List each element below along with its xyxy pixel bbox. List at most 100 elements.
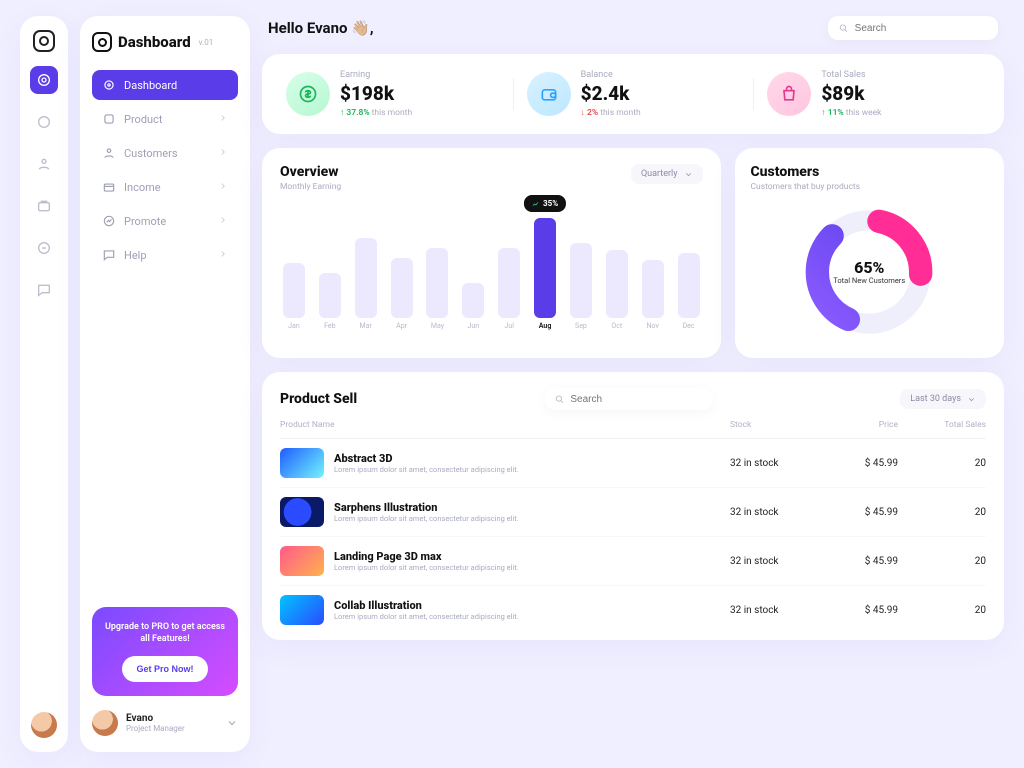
table-body: Abstract 3DLorem ipsum dolor sit amet, c… <box>280 439 986 634</box>
nav-customers[interactable]: Customers <box>92 138 238 168</box>
app-logo-icon <box>33 30 55 52</box>
bar-nov[interactable] <box>642 260 664 318</box>
nav-help[interactable]: Help <box>92 240 238 270</box>
nav-income[interactable]: Income <box>92 172 238 202</box>
customers-subtitle: Customers that buy products <box>751 182 861 192</box>
rail-product[interactable] <box>30 108 58 136</box>
kpi-delta: ↓ 2%this month <box>581 107 641 118</box>
cell-sales: 20 <box>906 458 986 469</box>
user-name: Evano <box>126 713 185 724</box>
product-desc: Lorem ipsum dolor sit amet, consectetur … <box>334 465 519 474</box>
kpi-value: $2.4k <box>581 82 641 105</box>
product-name: Collab Illustration <box>334 599 519 612</box>
bar-aug[interactable] <box>534 218 556 318</box>
kpi-label: Balance <box>581 70 641 80</box>
kpi-value: $198k <box>340 82 412 105</box>
search-icon <box>554 393 565 405</box>
chevron-right-icon <box>218 215 228 228</box>
bag-icon <box>767 72 811 116</box>
bar-tooltip: 35% <box>524 195 566 212</box>
kpi-earning: Earning $198k ↑ 37.8%this month <box>272 70 513 118</box>
bar-label: Jul <box>504 322 513 330</box>
main: Hello Evano 👋🏼, Earning $198k ↑ 37.8%thi… <box>262 16 1004 752</box>
global-search[interactable] <box>828 16 998 40</box>
product-thumbnail <box>280 595 324 625</box>
user-profile[interactable]: Evano Project Manager <box>92 710 238 736</box>
product-search[interactable] <box>545 388 713 410</box>
bar-label: May <box>431 322 444 330</box>
nav-label: Product <box>124 113 162 126</box>
bar-label: Mar <box>360 322 372 330</box>
get-pro-button[interactable]: Get Pro Now! <box>122 656 207 682</box>
donut-value: 65% <box>854 258 884 277</box>
bar-jun[interactable] <box>462 283 484 318</box>
bar-may[interactable] <box>426 248 448 318</box>
customers-donut: 65% Total New Customers <box>799 202 939 342</box>
product-desc: Lorem ipsum dolor sit amet, consectetur … <box>334 563 519 572</box>
chevron-right-icon <box>218 147 228 160</box>
bar-jan[interactable] <box>283 263 305 318</box>
greeting: Hello Evano 👋🏼, <box>268 19 374 37</box>
chevron-right-icon <box>218 113 228 126</box>
table-row[interactable]: Sarphens IllustrationLorem ipsum dolor s… <box>280 488 986 537</box>
brand: Dashboard v.01 <box>92 32 238 52</box>
bar-label: Jun <box>468 322 480 330</box>
chevron-right-icon <box>218 181 228 194</box>
product-sell-card: Product Sell Last 30 days Product Name S… <box>262 372 1004 640</box>
bar-sep[interactable] <box>570 243 592 318</box>
product-search-input[interactable] <box>570 394 703 405</box>
product-name: Landing Page 3D max <box>334 550 519 563</box>
cell-stock: 32 in stock <box>730 507 810 518</box>
rail-customers[interactable] <box>30 150 58 178</box>
brand-logo-icon <box>92 32 112 52</box>
bar-feb[interactable] <box>319 273 341 318</box>
cell-stock: 32 in stock <box>730 458 810 469</box>
nav-label: Help <box>124 249 147 262</box>
nav-promote[interactable]: Promote <box>92 206 238 236</box>
product-thumbnail <box>280 546 324 576</box>
kpi-sales: Total Sales $89k ↑ 11%this week <box>753 70 994 118</box>
bar-label: Aug <box>539 322 552 330</box>
product-period-dropdown[interactable]: Last 30 days <box>900 389 986 409</box>
kpi-label: Total Sales <box>821 70 881 80</box>
pro-text: Upgrade to PRO to get access all Feature… <box>102 621 228 646</box>
nav-label: Dashboard <box>124 79 177 92</box>
rail-avatar[interactable] <box>31 712 57 738</box>
nav-product[interactable]: Product <box>92 104 238 134</box>
table-row[interactable]: Collab IllustrationLorem ipsum dolor sit… <box>280 586 986 634</box>
brand-version: v.01 <box>199 38 214 47</box>
chevron-down-icon <box>967 395 976 404</box>
bar-label: Nov <box>647 322 659 330</box>
nav-dashboard[interactable]: Dashboard <box>92 70 238 100</box>
overview-card: Overview Monthly Earning Quarterly JanFe… <box>262 148 721 358</box>
bar-jul[interactable] <box>498 248 520 318</box>
bar-dec[interactable] <box>678 253 700 318</box>
product-desc: Lorem ipsum dolor sit amet, consectetur … <box>334 612 519 621</box>
wallet-icon <box>527 72 571 116</box>
cell-sales: 20 <box>906 556 986 567</box>
table-row[interactable]: Abstract 3DLorem ipsum dolor sit amet, c… <box>280 439 986 488</box>
overview-period-dropdown[interactable]: Quarterly <box>631 164 703 184</box>
cell-price: $ 45.99 <box>818 605 898 616</box>
dollar-icon <box>286 72 330 116</box>
overview-title: Overview <box>280 164 341 180</box>
bar-label: Feb <box>324 322 335 330</box>
cell-stock: 32 in stock <box>730 605 810 616</box>
upgrade-pro-card: Upgrade to PRO to get access all Feature… <box>92 607 238 696</box>
bar-mar[interactable] <box>355 238 377 318</box>
bar-label: Sep <box>575 322 587 330</box>
nav-label: Income <box>124 181 161 194</box>
user-role: Project Manager <box>126 724 185 733</box>
rail-help[interactable] <box>30 276 58 304</box>
cell-sales: 20 <box>906 507 986 518</box>
table-row[interactable]: Landing Page 3D maxLorem ipsum dolor sit… <box>280 537 986 586</box>
bar-apr[interactable] <box>391 258 413 318</box>
rail-income[interactable] <box>30 192 58 220</box>
chevron-down-icon <box>684 170 693 179</box>
rail-dashboard[interactable] <box>30 66 58 94</box>
chevron-down-icon <box>226 714 238 733</box>
search-input[interactable] <box>855 23 988 34</box>
rail-promote[interactable] <box>30 234 58 262</box>
bar-oct[interactable] <box>606 250 628 318</box>
cell-price: $ 45.99 <box>818 458 898 469</box>
